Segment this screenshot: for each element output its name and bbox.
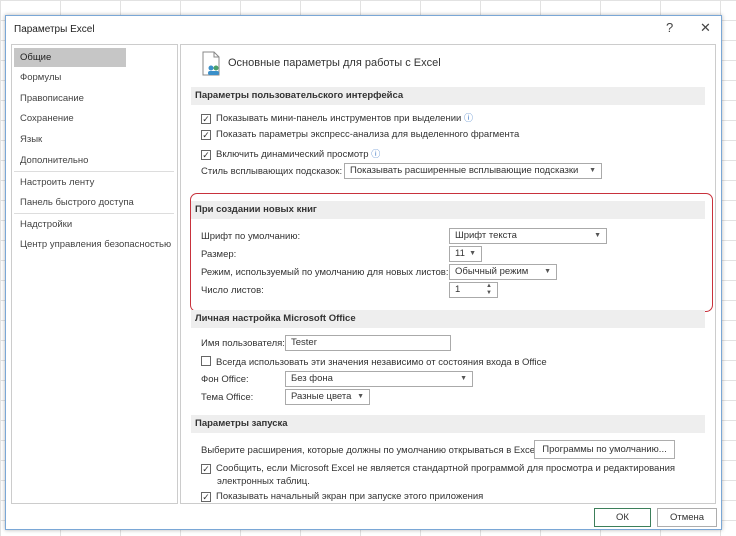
- nav-divider: [14, 171, 174, 172]
- section-header-new-workbooks: При создании новых книг: [191, 201, 705, 219]
- chevron-down-icon: ▼: [469, 250, 476, 257]
- font-size-label: Размер:: [201, 249, 237, 260]
- default-font-select[interactable]: Шрифт текста ▼: [449, 228, 607, 244]
- general-options-icon: [202, 51, 220, 76]
- sidebar-nav: Общие Формулы Правописание Сохранение Яз…: [11, 44, 178, 504]
- info-icon: ⓘ: [463, 113, 473, 123]
- dialog-title: Параметры Excel: [14, 24, 95, 35]
- chevron-down-icon: ▼: [589, 167, 596, 174]
- option-quick-analysis[interactable]: ✓ Показать параметры экспресс-анализа для…: [201, 129, 519, 140]
- tooltip-style-select[interactable]: Показывать расширенные всплывающие подск…: [344, 163, 602, 179]
- option-label: Показывать начальный экран при запуске э…: [216, 491, 484, 502]
- checkbox-checked[interactable]: ✓: [201, 492, 211, 502]
- excel-options-dialog: Параметры Excel ? ✕ Общие Формулы Правоп…: [5, 15, 722, 530]
- nav-language[interactable]: Язык: [14, 130, 126, 149]
- checkbox-unchecked[interactable]: [201, 356, 211, 366]
- option-label: Сообщить, если Microsoft Excel не являет…: [216, 463, 676, 474]
- default-font-label: Шрифт по умолчанию:: [201, 231, 301, 242]
- chevron-down-icon: ▼: [460, 375, 467, 382]
- stepper-value: 1: [455, 284, 461, 295]
- nav-general[interactable]: Общие: [14, 48, 126, 67]
- nav-advanced[interactable]: Дополнительно: [14, 151, 126, 170]
- checkbox-checked[interactable]: ✓: [201, 150, 211, 160]
- option-label: Показывать мини-панель инструментов при …: [216, 113, 462, 124]
- option-label: Включить динамический просмотр: [216, 149, 369, 160]
- section-header-startup: Параметры запуска: [191, 415, 705, 433]
- option-label: Показать параметры экспресс-анализа для …: [216, 129, 520, 140]
- select-value: Шрифт текста: [455, 230, 517, 241]
- nav-addins[interactable]: Надстройки: [14, 215, 174, 234]
- checkbox-checked[interactable]: ✓: [201, 114, 211, 124]
- nav-divider: [14, 213, 174, 214]
- ok-button[interactable]: ОК: [594, 508, 651, 527]
- option-mini-toolbar[interactable]: ✓ Показывать мини-панель инструментов при…: [201, 111, 473, 124]
- spin-arrows-icon[interactable]: ▲ ▼: [486, 283, 492, 297]
- info-icon: ⓘ: [371, 149, 381, 159]
- default-view-label: Режим, используемый по умолчанию для нов…: [201, 267, 449, 278]
- username-input[interactable]: Tester: [285, 335, 451, 351]
- chevron-down-icon: ▼: [544, 268, 551, 275]
- office-theme-select[interactable]: Разные цвета ▼: [285, 389, 370, 405]
- chevron-down-icon: ▼: [594, 232, 601, 239]
- option-start-screen[interactable]: ✓ Показывать начальный экран при запуске …: [201, 491, 483, 502]
- section-header-ui: Параметры пользовательского интерфейса: [191, 87, 705, 105]
- option-label-continued: электронных таблиц.: [217, 476, 310, 487]
- nav-save[interactable]: Сохранение: [14, 109, 126, 128]
- option-live-preview[interactable]: ✓ Включить динамический просмотр ⓘ: [201, 147, 380, 160]
- font-size-select[interactable]: 11 ▼: [449, 246, 482, 262]
- tooltip-style-label: Стиль всплывающих подсказок:: [201, 166, 343, 177]
- content-panel: Основные параметры для работы с Excel Па…: [180, 44, 716, 504]
- nav-formulas[interactable]: Формулы: [14, 68, 126, 87]
- office-background-select[interactable]: Без фона ▼: [285, 371, 473, 387]
- select-value: Без фона: [291, 373, 333, 384]
- default-programs-button[interactable]: Программы по умолчанию...: [534, 440, 675, 459]
- cancel-button[interactable]: Отмена: [657, 508, 717, 527]
- nav-customize-ribbon[interactable]: Настроить ленту: [14, 173, 174, 192]
- option-always-use[interactable]: Всегда использовать эти значения независ…: [201, 356, 547, 368]
- default-view-select[interactable]: Обычный режим ▼: [449, 264, 557, 280]
- username-label: Имя пользователя:: [201, 338, 285, 349]
- office-background-label: Фон Office:: [201, 374, 249, 385]
- checkbox-checked[interactable]: ✓: [201, 130, 211, 140]
- section-header-personalize: Личная настройка Microsoft Office: [191, 310, 705, 328]
- office-theme-label: Тема Office:: [201, 392, 254, 403]
- nav-trust-center[interactable]: Центр управления безопасностью: [14, 235, 174, 254]
- select-value: Разные цвета: [291, 391, 352, 402]
- select-value: 11: [455, 248, 465, 259]
- nav-quick-access[interactable]: Панель быстрого доступа: [14, 193, 174, 212]
- checkbox-checked[interactable]: ✓: [201, 464, 211, 474]
- sheet-count-label: Число листов:: [201, 285, 264, 296]
- extensions-label: Выберите расширения, которые должны по у…: [201, 445, 540, 456]
- page-heading: Основные параметры для работы с Excel: [228, 57, 441, 69]
- sheet-count-stepper[interactable]: 1 ▲ ▼: [449, 282, 498, 298]
- help-button[interactable]: ?: [666, 20, 673, 35]
- select-value: Показывать расширенные всплывающие подск…: [350, 165, 579, 176]
- option-notify-default[interactable]: ✓ Сообщить, если Microsoft Excel не являе…: [201, 463, 675, 474]
- close-button[interactable]: ✕: [700, 20, 711, 36]
- nav-proofing[interactable]: Правописание: [14, 89, 126, 108]
- option-label: Всегда использовать эти значения независ…: [216, 357, 547, 368]
- select-value: Обычный режим: [455, 266, 529, 277]
- chevron-down-icon: ▼: [357, 393, 364, 400]
